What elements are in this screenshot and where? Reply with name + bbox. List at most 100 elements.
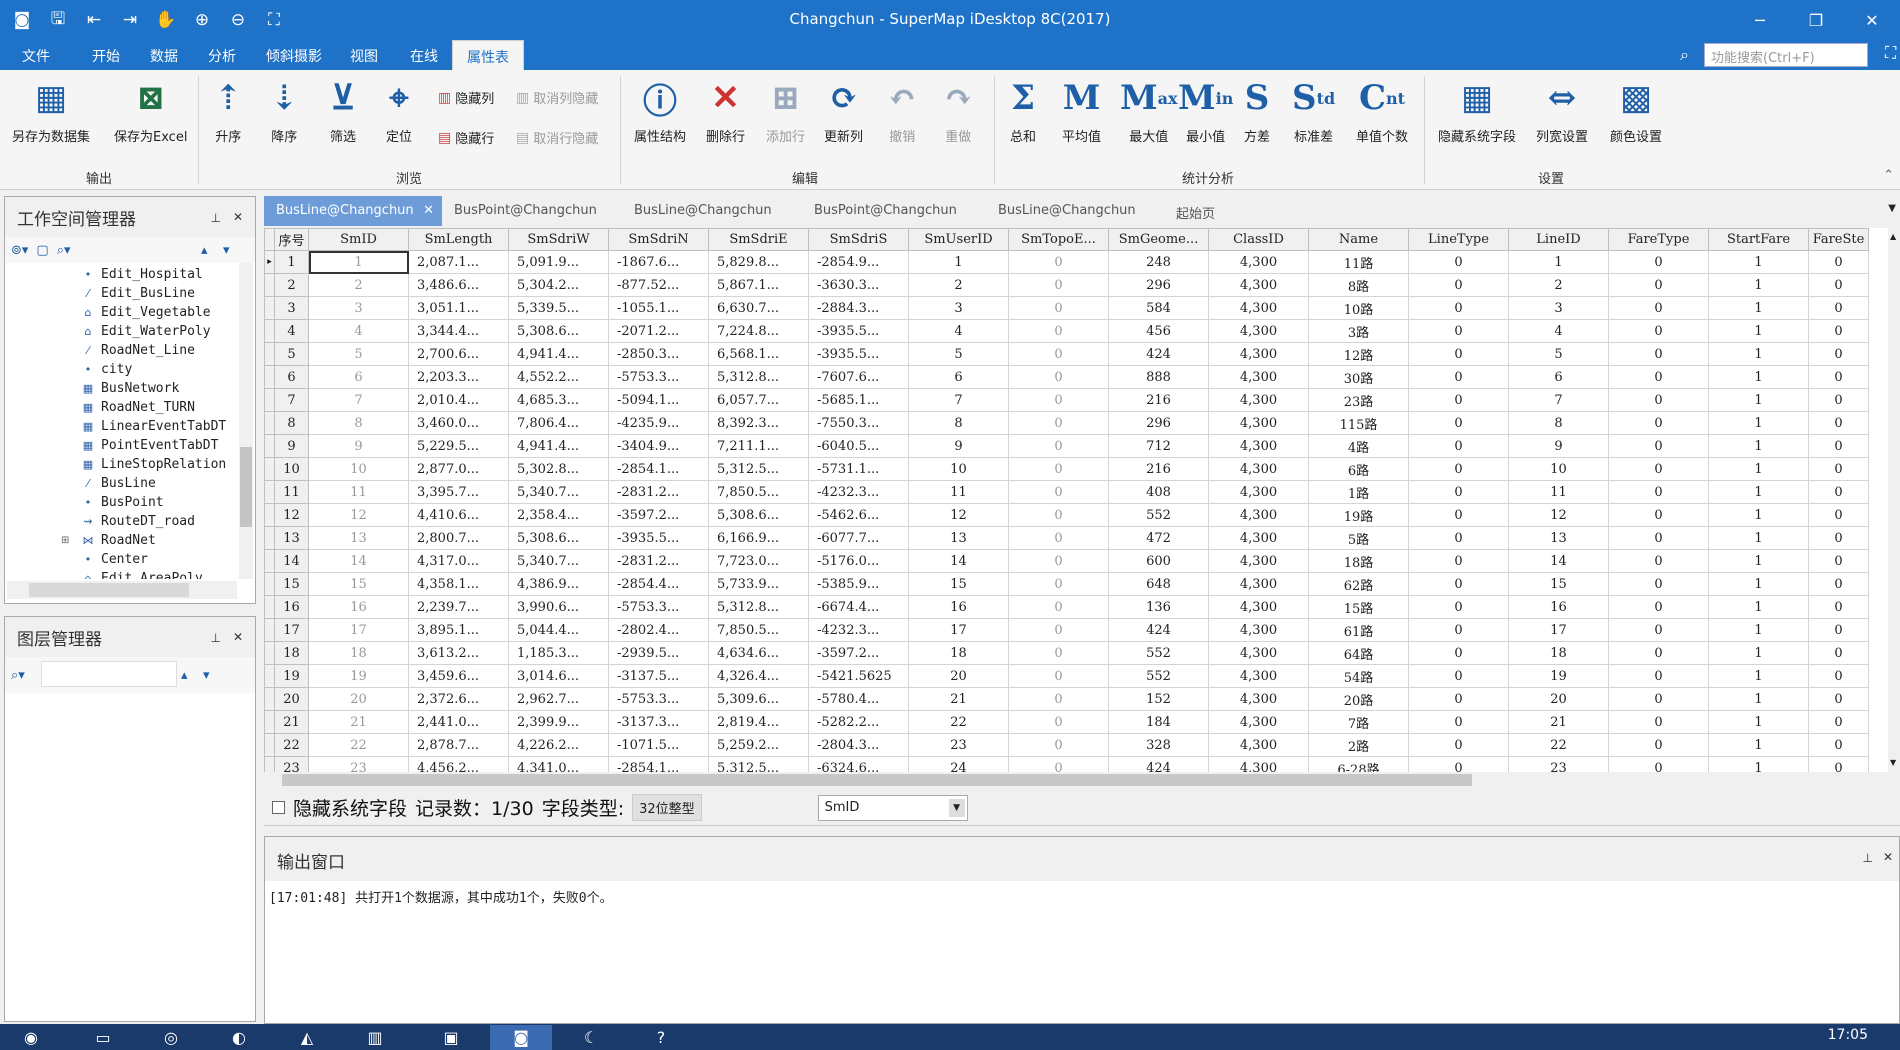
table-cell[interactable]: 0	[1808, 733, 1869, 757]
table-cell[interactable]: 424	[1108, 342, 1209, 366]
table-cell[interactable]: 0	[1608, 457, 1709, 481]
table-cell[interactable]: 424	[1108, 756, 1209, 772]
workspace-open-icon[interactable]: ⊚▾	[11, 243, 28, 258]
table-cell[interactable]: 0	[1808, 595, 1869, 619]
table-cell[interactable]: 4,410.6...	[408, 503, 509, 527]
table-cell[interactable]: 0	[1008, 664, 1109, 688]
table-cell[interactable]: 4,358.1...	[408, 572, 509, 596]
minimize-button[interactable]: ─	[1732, 0, 1788, 40]
table-cell[interactable]: 0	[1408, 457, 1509, 481]
tree-item-routedt-road[interactable]: ⇝ RouteDT_road	[81, 512, 195, 530]
table-cell[interactable]: 7,224.8...	[708, 319, 809, 343]
row-marker[interactable]	[264, 273, 275, 297]
table-cell[interactable]: 2	[908, 273, 1009, 297]
table-cell[interactable]: 16	[1508, 595, 1609, 619]
doc-tab-start-page[interactable]: 起始页	[1164, 196, 1227, 226]
table-cell[interactable]: 23	[908, 733, 1009, 757]
table-cell[interactable]: 2,087.1...	[408, 250, 509, 274]
table-cell[interactable]: 0	[1408, 411, 1509, 435]
table-cell[interactable]: 14	[1508, 549, 1609, 573]
row-number[interactable]: 1	[274, 250, 309, 274]
new-workspace-icon[interactable]: ▢	[36, 243, 48, 258]
table-cell[interactable]: 0	[1608, 641, 1709, 665]
row-marker[interactable]	[264, 457, 275, 481]
table-cell[interactable]: 4,300	[1208, 503, 1309, 527]
table-cell[interactable]: 2路	[1308, 733, 1409, 757]
table-cell[interactable]: 0	[1608, 664, 1709, 688]
table-cell[interactable]: 296	[1108, 273, 1209, 297]
table-cell[interactable]: 0	[1808, 664, 1869, 688]
table-cell[interactable]: 0	[1008, 595, 1109, 619]
table-cell[interactable]: 20	[908, 664, 1009, 688]
table-cell[interactable]: 0	[1608, 365, 1709, 389]
hide-row-button[interactable]: ▤ 隐藏行	[438, 128, 494, 148]
row-marker[interactable]	[264, 756, 275, 772]
table-cell[interactable]: 1	[1708, 756, 1809, 772]
table-cell[interactable]: 7	[1508, 388, 1609, 412]
table-cell[interactable]: 5,304.2...	[508, 273, 609, 297]
table-cell[interactable]: 4,300	[1208, 733, 1309, 757]
table-cell[interactable]: 6路	[1308, 457, 1409, 481]
table-cell[interactable]: 5,340.7...	[508, 549, 609, 573]
table-cell[interactable]: 2,800.7...	[408, 526, 509, 550]
table-cell[interactable]: 12路	[1308, 342, 1409, 366]
table-cell[interactable]: -2854.1...	[608, 756, 709, 772]
tree-item-busnetwork[interactable]: ▦ BusNetwork	[81, 379, 179, 397]
scroll-up-icon[interactable]: ▲	[1890, 232, 1898, 241]
table-cell[interactable]: 5路	[1308, 526, 1409, 550]
table-cell[interactable]: 3,344.4...	[408, 319, 509, 343]
min-button[interactable]: Min 最小值	[1178, 76, 1233, 145]
hide-system-fields-button[interactable]: ▦ 隐藏系统字段	[1438, 76, 1516, 145]
table-cell[interactable]: 3	[308, 296, 409, 320]
table-cell[interactable]: 15路	[1308, 595, 1409, 619]
table-cell[interactable]: 0	[1408, 480, 1509, 504]
table-cell[interactable]: 5,339.5...	[508, 296, 609, 320]
table-cell[interactable]: 552	[1108, 664, 1209, 688]
table-cell[interactable]: 5,312.8...	[708, 365, 809, 389]
table-cell[interactable]: 4,386.9...	[508, 572, 609, 596]
tab-file[interactable]: 文件	[22, 46, 50, 66]
table-cell[interactable]: 456	[1108, 319, 1209, 343]
table-cell[interactable]: 18路	[1308, 549, 1409, 573]
table-cell[interactable]: 1	[1708, 296, 1809, 320]
table-cell[interactable]: 22	[308, 733, 409, 757]
table-cell[interactable]: 4,300	[1208, 618, 1309, 642]
table-cell[interactable]: 1	[1708, 710, 1809, 734]
table-row[interactable]: 10 10 2,877.0... 5,302.8... -2854.1... 5,312.…	[264, 457, 1869, 481]
row-marker[interactable]	[264, 388, 275, 412]
table-cell[interactable]: 0	[1008, 641, 1109, 665]
table-row[interactable]: 15 15 4,358.1... 4,386.9... -2854.4... 5,733.…	[264, 572, 1869, 596]
table-row[interactable]: 16 16 2,239.7... 3,990.6... -5753.3... 5,312.…	[264, 595, 1869, 619]
table-cell[interactable]: 0	[1608, 710, 1709, 734]
table-cell[interactable]: 0	[1408, 618, 1509, 642]
table-cell[interactable]: -5731.1...	[808, 457, 909, 481]
tab-start[interactable]: 开始	[92, 46, 120, 66]
table-cell[interactable]: 1	[1508, 250, 1609, 274]
fullscreen-icon[interactable]: ⛶	[1885, 43, 1896, 63]
table-cell[interactable]: 0	[1008, 733, 1109, 757]
table-cell[interactable]: 5	[1508, 342, 1609, 366]
table-cell[interactable]: 0	[1408, 664, 1509, 688]
table-cell[interactable]: 0	[1408, 319, 1509, 343]
table-cell[interactable]: -5385.9...	[808, 572, 909, 596]
tree-item-center[interactable]: • Center	[81, 550, 148, 568]
table-cell[interactable]: -5753.3...	[608, 687, 709, 711]
row-number[interactable]: 13	[274, 526, 309, 550]
table-cell[interactable]: 1	[908, 250, 1009, 274]
table-cell[interactable]: 11	[908, 480, 1009, 504]
table-cell[interactable]: -2850.3...	[608, 342, 709, 366]
table-row[interactable]: 4 4 3,344.4... 5,308.6... -2071.2... 7,224.8.…	[264, 319, 1869, 343]
table-cell[interactable]: 4,300	[1208, 365, 1309, 389]
column-header[interactable]: LineID	[1508, 228, 1609, 251]
table-cell[interactable]: 424	[1108, 618, 1209, 642]
table-cell[interactable]: 5,259.2...	[708, 733, 809, 757]
table-cell[interactable]: 11	[308, 480, 409, 504]
table-row[interactable]: 6 6 2,203.3... 4,552.2... -5753.3... 5,312.8.…	[264, 365, 1869, 389]
unhide-column-button[interactable]: ▥ 取消列隐藏	[516, 88, 598, 108]
table-cell[interactable]: -6040.5...	[808, 434, 909, 458]
tree-item-roadnet[interactable]: ⋈ RoadNet ⊞	[61, 531, 156, 549]
table-cell[interactable]: 18	[1508, 641, 1609, 665]
table-cell[interactable]: 0	[1808, 411, 1869, 435]
row-marker[interactable]	[264, 319, 275, 343]
column-header[interactable]: StartFare	[1708, 228, 1809, 251]
